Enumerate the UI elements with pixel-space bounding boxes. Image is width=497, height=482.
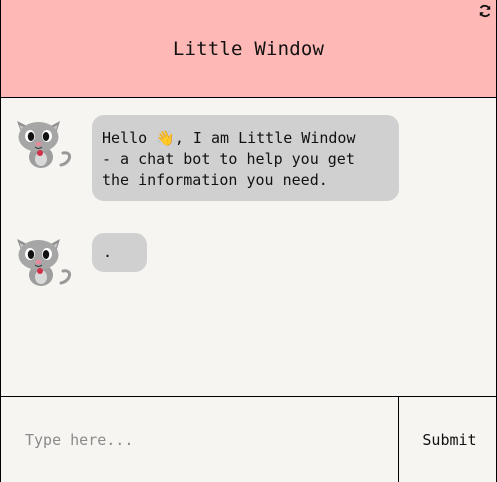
message-bubble: Hello 👋, I am Little Window - a chat bot… — [92, 115, 399, 201]
chat-header: Little Window — [1, 0, 496, 98]
cat-avatar-icon — [17, 239, 71, 286]
composer: Submit — [1, 396, 496, 482]
message-input[interactable] — [1, 397, 399, 482]
refresh-icon[interactable] — [477, 3, 493, 19]
submit-button[interactable]: Submit — [399, 397, 496, 482]
message-list: Hello 👋, I am Little Window - a chat bot… — [1, 99, 496, 396]
cat-avatar-icon — [17, 121, 71, 168]
chat-window: Little Window Hello 👋, I am Little Windo… — [0, 0, 497, 482]
typing-bubble: . — [92, 233, 147, 272]
chat-title: Little Window — [172, 37, 325, 60]
